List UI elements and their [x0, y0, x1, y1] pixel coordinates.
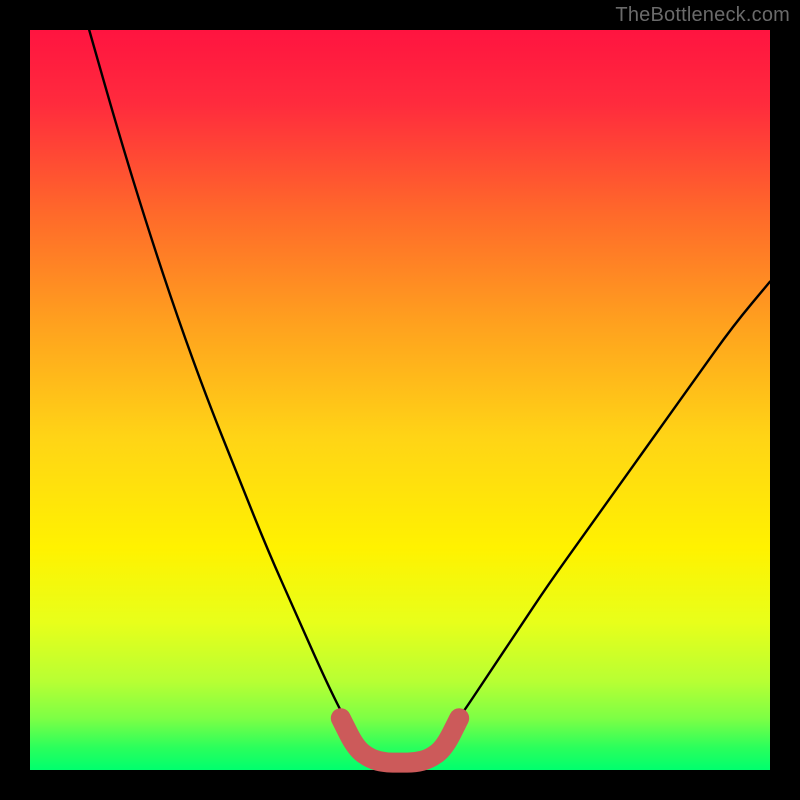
- chart-canvas: [0, 0, 800, 800]
- watermark-text: TheBottleneck.com: [615, 4, 790, 27]
- plot-background: [30, 30, 770, 770]
- chart-frame: TheBottleneck.com: [0, 0, 800, 800]
